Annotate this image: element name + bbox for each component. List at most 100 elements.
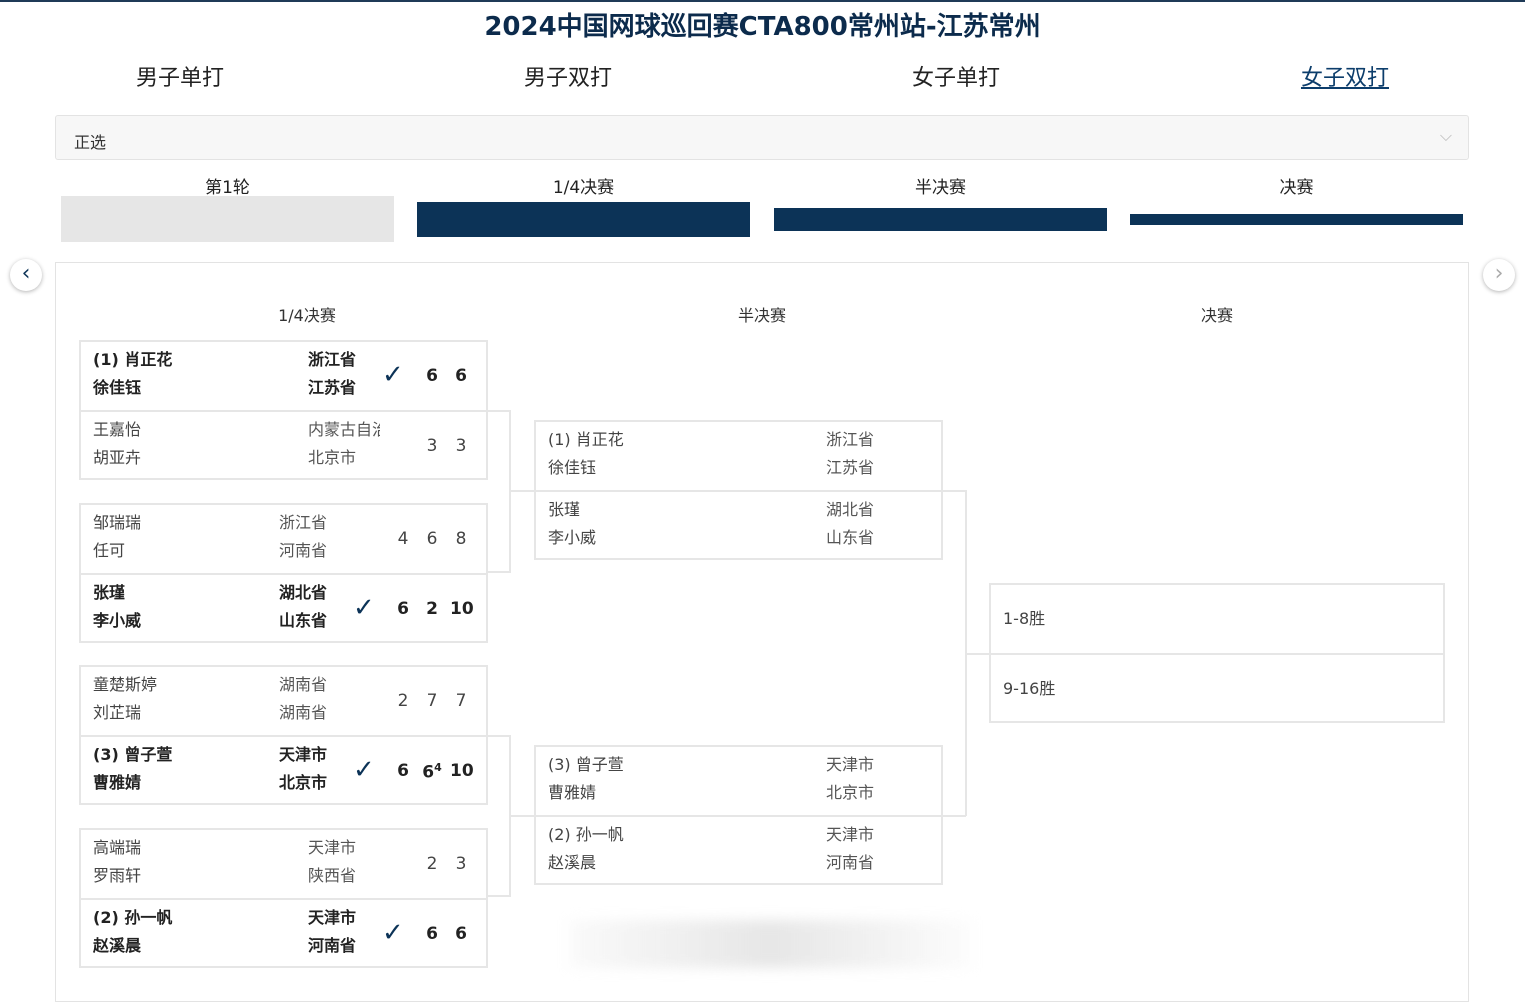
qf-team[interactable]: (3) 曾子萱 天津市 曹雅婧 北京市 ✓ 6 64 10 <box>81 735 486 805</box>
player-province: 北京市 <box>279 773 328 792</box>
round-bar-final[interactable] <box>1130 214 1463 225</box>
player-name: 赵溪晨 <box>93 936 142 955</box>
qf-team[interactable]: (1) 肖正花 浙江省 徐佳钰 江苏省 ✓ 6 6 <box>81 342 486 410</box>
final-match-card: 1-8胜 9-16胜 <box>989 583 1445 723</box>
watermark <box>570 920 970 968</box>
qf-team[interactable]: 张瑾 湖北省 李小威 山东省 ✓ 6 2 10 <box>81 573 486 643</box>
final-slot-label: 9-16胜 <box>1003 679 1056 698</box>
player-province: 天津市 <box>826 825 875 844</box>
set-score: 6 <box>455 924 467 944</box>
round-bar-qf[interactable] <box>417 202 750 237</box>
player-name: 高端瑞 <box>93 838 142 857</box>
qf-match-card: 童楚斯婷 湖南省 刘芷瑞 湖南省 2 7 7 (3) 曾子萱 天津市 曹雅婧 北京市 ✓ 6 64 10 <box>79 665 488 805</box>
player-name: (1) 肖正花 <box>548 430 624 449</box>
check-icon: ✓ <box>382 918 404 948</box>
tab-womens-doubles[interactable]: 女子双打 <box>1195 60 1495 92</box>
player-name: 刘芷瑞 <box>93 703 142 722</box>
player-name: 曹雅婧 <box>93 773 142 792</box>
set-score: 3 <box>455 854 467 874</box>
round-label-r1[interactable]: 第1轮 <box>61 173 394 198</box>
bracket-connector <box>509 815 535 817</box>
bracket-connector <box>486 735 510 737</box>
bracket-connector <box>486 410 510 412</box>
player-name: 曹雅婧 <box>548 783 597 802</box>
round-label-sf[interactable]: 半决赛 <box>774 173 1107 198</box>
column-head-final: 决赛 <box>1200 306 1233 325</box>
set-score: 2 <box>426 599 438 619</box>
sf-team[interactable]: (2) 孙一帆 天津市 赵溪晨 河南省 <box>536 815 941 885</box>
player-name: 邹瑞瑞 <box>93 513 142 532</box>
bracket-connector <box>941 815 966 817</box>
player-name: 赵溪晨 <box>548 853 597 872</box>
check-icon: ✓ <box>353 593 375 623</box>
bracket-connector <box>486 895 510 897</box>
round-bar-r1[interactable] <box>61 196 394 242</box>
qf-team[interactable]: 王嘉怡 内蒙古自治区胡亚卉 北京市 33 <box>81 410 486 480</box>
player-province: 河南省 <box>279 541 328 560</box>
player-province: 浙江省 <box>826 430 875 449</box>
draw-select-value: 正选 <box>74 133 107 152</box>
player-province: 湖南省 <box>279 703 328 722</box>
round-bar-sf[interactable] <box>774 208 1107 231</box>
sf-team[interactable]: (3) 曾子萱 天津市 曹雅婧 北京市 <box>536 747 941 815</box>
player-name: 徐佳钰 <box>548 458 597 477</box>
qf-match-card: 高端瑞 天津市 罗雨轩 陕西省 2 3 (2) 孙一帆 天津市 赵溪晨 河南省 ✓ 6 6 <box>79 828 488 968</box>
qf-team[interactable]: 邹瑞瑞 浙江省 任可 河南省 4 6 8 <box>81 505 486 573</box>
sf-match-card: (1) 肖正花 浙江省 徐佳钰 江苏省 张瑾 湖北省 李小威 山东省 <box>534 420 943 560</box>
player-province: 湖南省 <box>279 675 328 694</box>
chevron-left-icon[interactable]: ‹ <box>10 259 42 291</box>
chevron-down-icon: ⌵ <box>1439 126 1452 145</box>
player-name: (3) 曾子萱 <box>93 745 173 764</box>
round-label-qf[interactable]: 1/4决赛 <box>417 173 750 198</box>
player-province: 山东省 <box>826 528 875 547</box>
tab-mens-singles[interactable]: 男子单打 <box>30 60 330 92</box>
player-province: 浙江省 <box>308 350 357 369</box>
set-score: 3 <box>426 436 438 456</box>
qf-team[interactable]: 高端瑞 天津市 罗雨轩 陕西省 2 3 <box>81 830 486 898</box>
sf-team[interactable]: (1) 肖正花 浙江省 徐佳钰 江苏省 <box>536 422 941 490</box>
player-province: 河南省 <box>308 936 357 955</box>
final-slot[interactable]: 9-16胜 <box>991 653 1443 723</box>
sf-team[interactable]: 张瑾 湖北省 李小威 山东省 <box>536 490 941 560</box>
qf-team[interactable]: (2) 孙一帆 天津市 赵溪晨 河南省 ✓ 6 6 <box>81 898 486 968</box>
set-score: 10 <box>450 599 474 619</box>
tiebreak-score: 4 <box>434 761 442 774</box>
bracket-connector <box>941 490 966 492</box>
set-score: 6 <box>426 924 438 944</box>
check-icon: ✓ <box>353 755 375 785</box>
top-divider <box>0 0 1525 2</box>
bracket-connector <box>486 571 510 573</box>
player-province: 北京市 <box>826 783 875 802</box>
player-province: 山东省 <box>279 611 328 630</box>
set-score: 7 <box>426 691 438 711</box>
qf-team[interactable]: 童楚斯婷 湖南省 刘芷瑞 湖南省 2 7 7 <box>81 667 486 735</box>
player-province: 天津市 <box>279 745 328 764</box>
draw-select[interactable]: 正选 ⌵ <box>55 115 1469 160</box>
player-province: 陕西省 <box>308 866 357 885</box>
player-province: 天津市 <box>308 908 357 927</box>
check-icon: ✓ <box>382 360 404 390</box>
player-name: 胡亚卉 <box>93 448 142 467</box>
tab-mens-doubles[interactable]: 男子双打 <box>418 60 718 92</box>
column-head-sf: 半决赛 <box>737 306 786 325</box>
set-score: 64 <box>422 761 442 783</box>
set-score: 6 <box>397 761 409 781</box>
player-province: 浙江省 <box>279 513 328 532</box>
final-slot[interactable]: 1-8胜 <box>991 585 1443 653</box>
set-score: 8 <box>455 529 467 549</box>
player-name: (2) 孙一帆 <box>548 825 624 844</box>
set-score: 6 <box>426 529 438 549</box>
qf-match-card: 邹瑞瑞 浙江省 任可 河南省 4 6 8 张瑾 湖北省 李小威 山东省 ✓ 6 2 10 <box>79 503 488 643</box>
player-province: 北京市 <box>308 448 357 467</box>
player-province: 内蒙古自治区 <box>308 420 380 439</box>
set-score: 6 <box>455 366 467 386</box>
set-score: 3 <box>455 436 467 456</box>
player-province: 江苏省 <box>308 378 357 397</box>
set-score: 2 <box>426 854 438 874</box>
bracket-connector <box>965 653 990 655</box>
chevron-right-icon[interactable]: › <box>1483 259 1515 291</box>
player-name: 王嘉怡 <box>93 420 142 439</box>
tab-womens-singles[interactable]: 女子单打 <box>806 60 1106 92</box>
round-label-final[interactable]: 决赛 <box>1130 173 1463 198</box>
player-name: 张瑾 <box>93 583 126 602</box>
